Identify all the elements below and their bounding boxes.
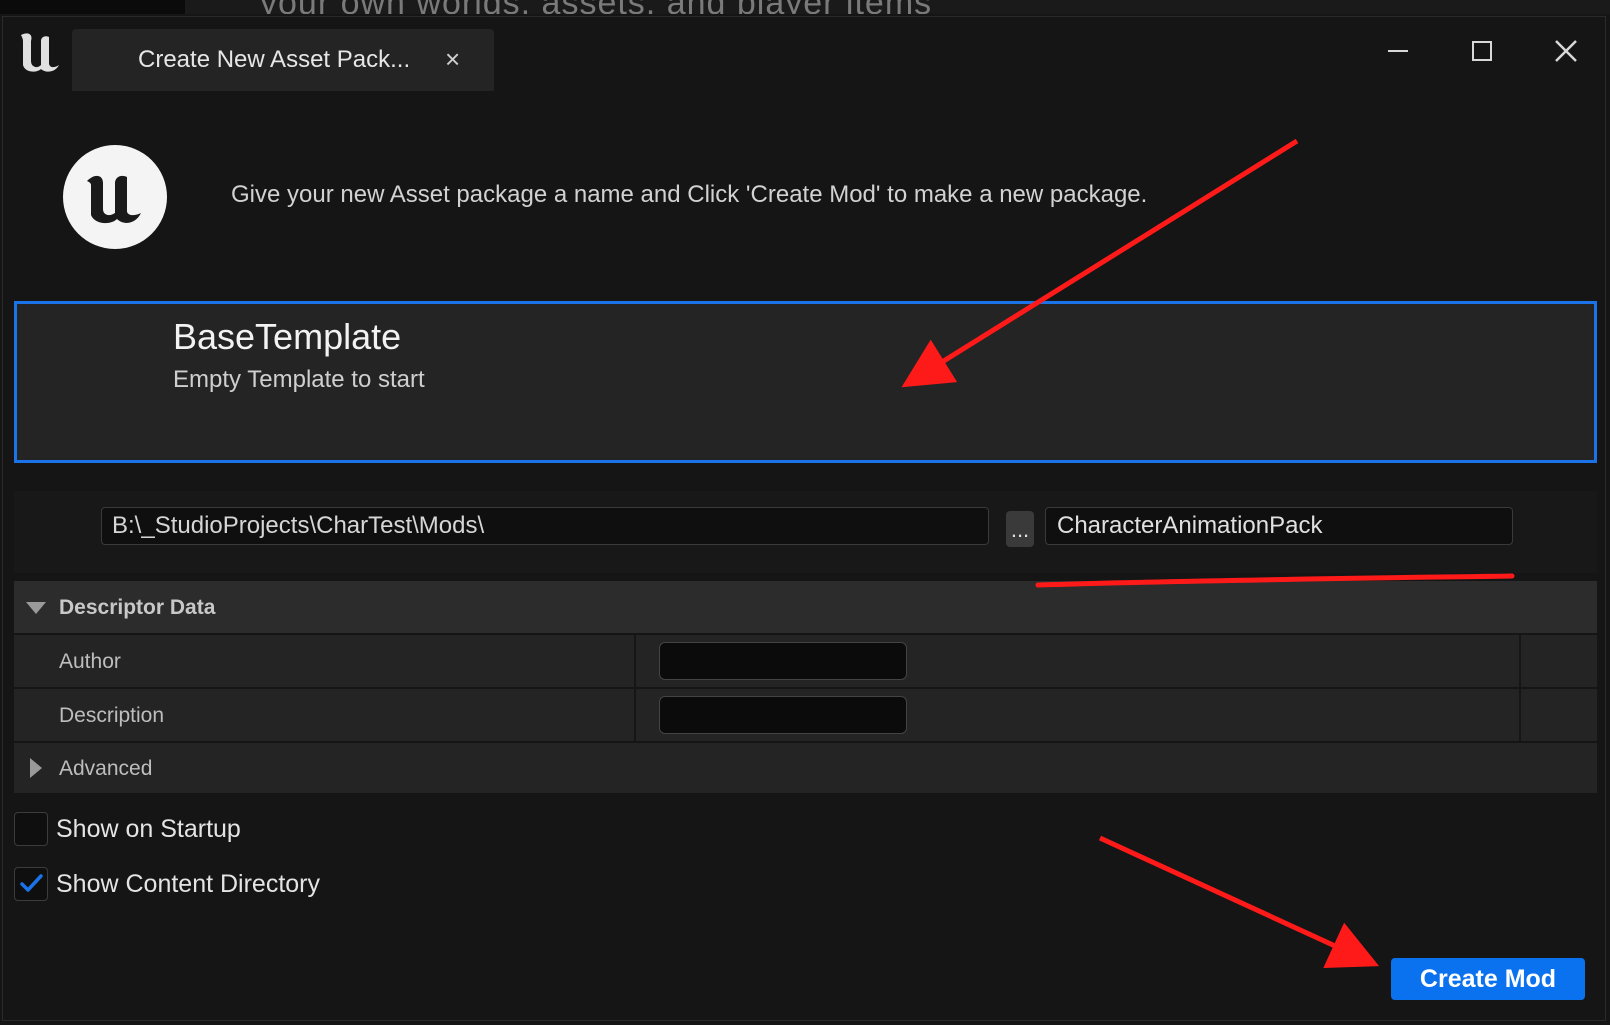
advanced-label: Advanced bbox=[59, 757, 153, 780]
background-dark-panel bbox=[0, 0, 185, 14]
author-label: Author bbox=[59, 650, 121, 673]
collapse-arrow-icon bbox=[26, 602, 46, 614]
show-content-directory-checkbox[interactable] bbox=[14, 867, 48, 901]
template-card-basetemplate[interactable]: BaseTemplate Empty Template to start bbox=[14, 301, 1597, 463]
column-divider bbox=[1519, 635, 1521, 687]
description-row: Description bbox=[14, 689, 1597, 741]
show-on-startup-checkbox[interactable] bbox=[14, 812, 48, 846]
descriptor-data-title: Descriptor Data bbox=[59, 596, 216, 619]
minimize-icon[interactable] bbox=[1378, 31, 1418, 71]
background-partial-text: your own worlds, assets, and player item… bbox=[260, 0, 932, 14]
descriptor-data-header[interactable]: Descriptor Data bbox=[14, 581, 1597, 633]
expand-arrow-icon bbox=[30, 758, 42, 778]
background-window-strip: your own worlds, assets, and player item… bbox=[0, 0, 1610, 14]
mod-name-input[interactable]: CharacterAnimationPack bbox=[1045, 507, 1513, 545]
column-divider bbox=[634, 689, 636, 741]
maximize-icon[interactable] bbox=[1462, 31, 1502, 71]
template-description: Empty Template to start bbox=[173, 366, 425, 393]
author-field[interactable] bbox=[659, 642, 907, 680]
mod-path-input[interactable]: B:\_StudioProjects\CharTest\Mods\ bbox=[101, 507, 989, 545]
column-divider bbox=[1519, 689, 1521, 741]
author-row: Author bbox=[14, 635, 1597, 687]
unreal-engine-logo-icon bbox=[63, 145, 167, 249]
tab-close-icon[interactable]: × bbox=[445, 44, 460, 75]
show-content-directory-label: Show Content Directory bbox=[56, 870, 321, 898]
window-tab[interactable]: Create New Asset Pack... × bbox=[72, 29, 494, 91]
advanced-row[interactable]: Advanced bbox=[14, 743, 1597, 793]
column-divider bbox=[634, 635, 636, 687]
browse-button[interactable]: ... bbox=[1006, 511, 1034, 547]
create-mod-button[interactable]: Create Mod bbox=[1391, 958, 1585, 1000]
tab-title: Create New Asset Pack... bbox=[138, 46, 411, 73]
close-icon[interactable] bbox=[1546, 31, 1586, 71]
intro-text: Give your new Asset package a name and C… bbox=[231, 181, 1148, 208]
title-bar: Create New Asset Pack... × bbox=[3, 17, 1605, 93]
template-name: BaseTemplate bbox=[173, 316, 402, 357]
checkmark-icon bbox=[20, 874, 43, 892]
show-on-startup-label: Show on Startup bbox=[56, 815, 241, 843]
path-row: B:\_StudioProjects\CharTest\Mods\ ... Ch… bbox=[14, 491, 1597, 573]
unreal-logo-icon bbox=[21, 33, 59, 72]
description-field[interactable] bbox=[659, 696, 907, 734]
create-asset-pack-window: Create New Asset Pack... × Give your new… bbox=[2, 16, 1606, 1021]
description-label: Description bbox=[59, 704, 165, 727]
